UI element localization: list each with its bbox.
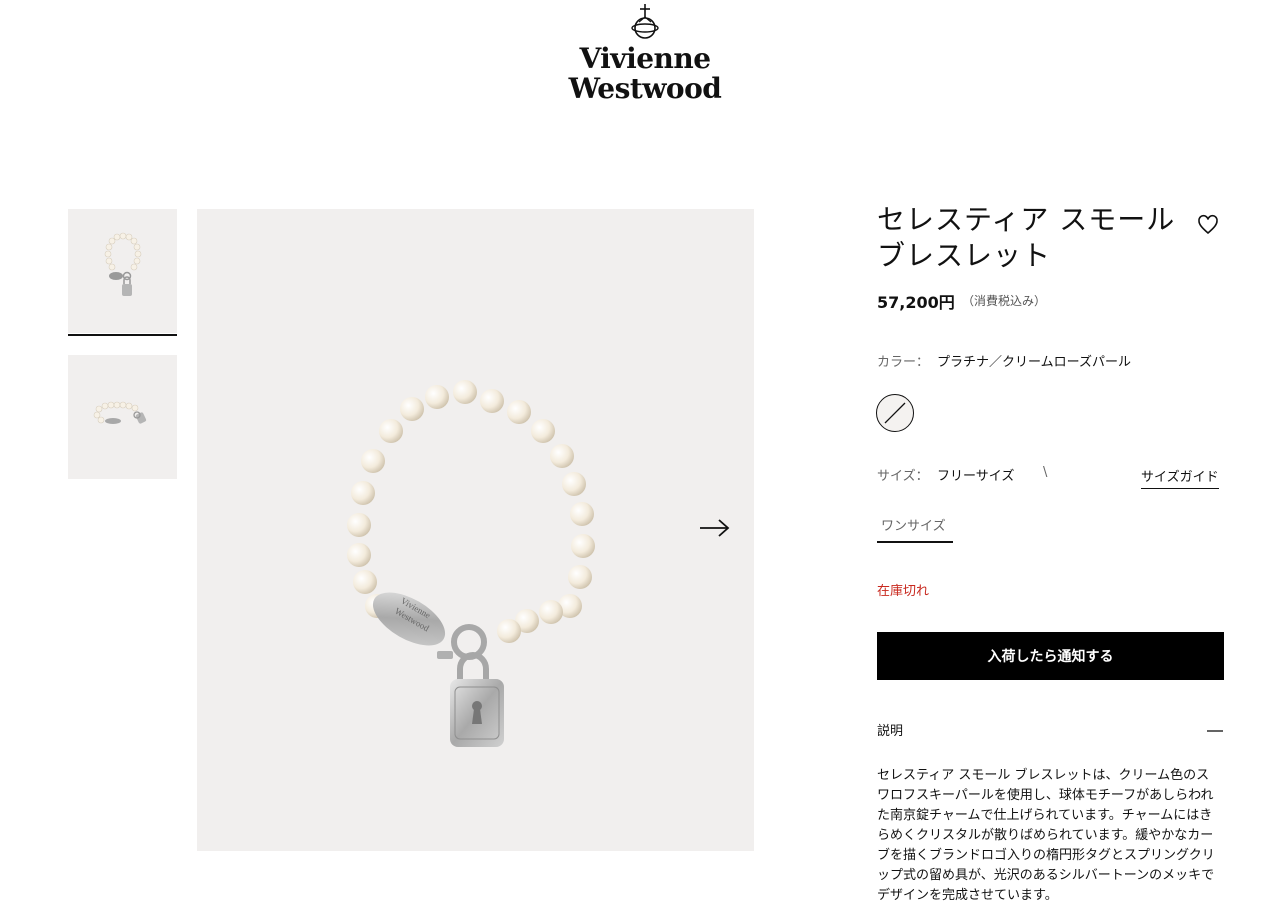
stock-status: 在庫切れ — [877, 584, 930, 599]
next-image-button[interactable] — [696, 513, 732, 543]
size-separator: \ — [1043, 465, 1048, 480]
description-collapse-button[interactable] — [1206, 721, 1224, 739]
thumbnail-bracelet-image — [104, 232, 141, 296]
tax-note: （消費税込み） — [962, 294, 1047, 308]
thumbnail-2[interactable] — [68, 355, 177, 479]
wishlist-button[interactable] — [1196, 213, 1220, 237]
brand-line-1: Vivienne — [579, 42, 711, 75]
swatch-unavailable-icon — [884, 402, 906, 424]
description-body: セレスティア スモール ブレスレットは、クリーム色のスワロフスキーパールを使用し… — [877, 768, 1215, 903]
size-guide-link[interactable]: サイズガイド — [1141, 466, 1219, 489]
description-heading[interactable]: 説明 — [877, 720, 903, 739]
bracelet-image: Vivienne Westwood — [347, 380, 595, 747]
brand-line-2: Westwood — [568, 72, 722, 105]
main-product-image: Vivienne Westwood — [197, 209, 754, 851]
minus-icon — [1207, 730, 1223, 732]
color-label: カラー： — [877, 355, 930, 370]
size-label: サイズ： — [877, 469, 929, 484]
product-title: セレスティア スモール ブレスレット — [877, 202, 1177, 274]
product-title-line-1: セレスティア スモール — [877, 203, 1176, 236]
size-value: フリーサイズ — [937, 469, 1015, 484]
arrow-right-icon — [700, 519, 730, 537]
size-option-one-size[interactable]: ワンサイズ — [877, 515, 953, 543]
color-value: プラチナ／クリームローズパール — [937, 355, 1131, 370]
notify-when-available-button[interactable]: 入荷したら通知する — [877, 632, 1224, 680]
brand-logo[interactable]: Vivienne Westwood — [560, 2, 730, 112]
product-title-line-2: ブレスレット — [877, 239, 1052, 272]
thumbnail-1[interactable] — [68, 209, 177, 333]
orb-logo-icon — [631, 4, 659, 39]
thumbnail-bracelet-side-image — [93, 401, 146, 424]
color-swatch[interactable] — [876, 394, 914, 432]
active-thumbnail-indicator — [68, 334, 177, 336]
price: 57,200円 — [877, 293, 955, 312]
heart-icon — [1198, 214, 1218, 235]
